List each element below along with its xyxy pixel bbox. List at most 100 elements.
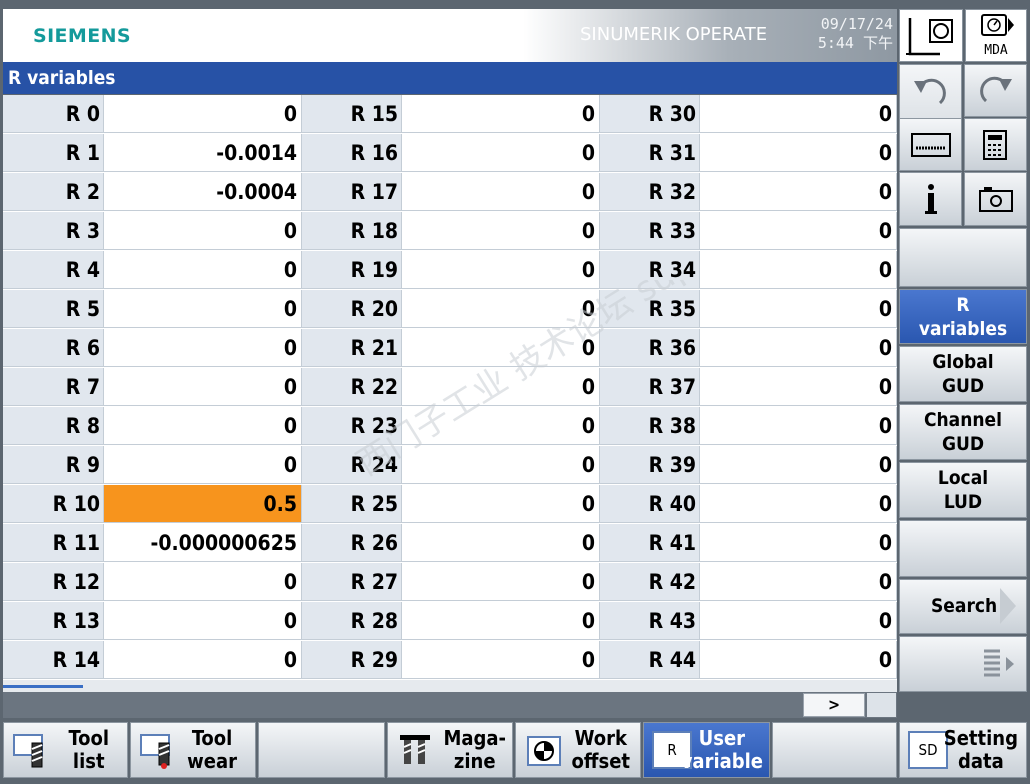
r-variable-value[interactable]: 0 — [402, 329, 600, 367]
table-row: R 60R 21 0 R 36 0 — [3, 329, 897, 368]
r-variable-value[interactable]: 0 — [402, 251, 600, 289]
r-variable-value[interactable]: 0 — [402, 368, 600, 406]
r-variable-value[interactable]: 0 — [700, 602, 897, 640]
r-variable-value[interactable]: 0 — [104, 602, 302, 640]
r-variable-value[interactable]: 0 — [402, 95, 600, 133]
info-button[interactable] — [899, 172, 962, 226]
r-variable-value[interactable]: 0 — [104, 212, 302, 250]
info-icon — [925, 184, 937, 214]
user-variable-softkey[interactable]: R User variable — [643, 722, 770, 778]
r-variable-name: R 4 — [3, 251, 104, 289]
more-softkey[interactable] — [899, 636, 1027, 692]
r-variable-value[interactable]: 0 — [402, 173, 600, 211]
r-variable-value[interactable]: 0 — [104, 641, 302, 679]
magazine-icon — [400, 735, 430, 764]
tool-list-softkey[interactable]: Tool list — [3, 722, 128, 778]
table-row: R 30R 18 0 R 33 0 — [3, 212, 897, 251]
r-variable-value[interactable]: 0 — [700, 134, 897, 172]
setting-data-label: Setting data — [943, 726, 1018, 773]
r-variables-softkey[interactable]: R variables — [899, 289, 1027, 344]
table-row: R 00R 15 0 R 30 0 — [3, 95, 897, 134]
r-variable-value[interactable]: 0 — [700, 368, 897, 406]
date-text: 09/17/24 — [820, 15, 893, 33]
r-variable-name: R 37 — [600, 368, 700, 406]
scroll-thumb[interactable] — [3, 685, 83, 688]
siemens-logo: SIEMENS — [33, 25, 132, 47]
r-variable-value[interactable]: 0 — [402, 134, 600, 172]
r-variable-name: R 2 — [3, 173, 104, 211]
keyboard-icon — [911, 133, 951, 157]
r-variable-value[interactable]: 0 — [700, 95, 897, 133]
r-variable-value[interactable]: 0 — [104, 95, 302, 133]
r-variable-value[interactable]: 0 — [104, 563, 302, 601]
r-variable-value[interactable]: 0 — [104, 368, 302, 406]
r-variable-value[interactable]: 0 — [402, 446, 600, 484]
r-variable-value[interactable]: 0 — [402, 407, 600, 445]
r-variable-value[interactable]: 0 — [104, 329, 302, 367]
r-variable-value[interactable]: 0 — [700, 524, 897, 562]
camera-icon — [979, 187, 1013, 212]
setting-data-softkey[interactable]: SD Setting data — [899, 722, 1027, 778]
r-variable-value[interactable]: 0.5 — [104, 485, 302, 523]
r-variable-value[interactable]: 0 — [402, 524, 600, 562]
mda-label: MDA — [984, 43, 1008, 58]
r-variable-value[interactable]: 0 — [402, 212, 600, 250]
r-variable-value[interactable]: 0 — [402, 602, 600, 640]
r-variable-name: R 40 — [600, 485, 700, 523]
r-variable-value[interactable]: 0 — [700, 212, 897, 250]
r-variable-name: R 1 — [3, 134, 104, 172]
r-variable-value[interactable]: 0 — [104, 446, 302, 484]
r-variable-value[interactable]: 0 — [104, 290, 302, 328]
table-row: R 1 -0.0014 R 16 0 R 31 0 — [3, 134, 897, 173]
redo-button[interactable] — [964, 64, 1027, 117]
r-variable-value[interactable]: 0 — [700, 446, 897, 484]
r-variable-name: R 31 — [600, 134, 700, 172]
global-gud-softkey[interactable]: Global GUD — [899, 346, 1027, 402]
screenshot-button[interactable] — [964, 172, 1027, 226]
local-lud-label: Local LUD — [937, 467, 989, 513]
user-variable-icon-letter: R — [667, 741, 677, 759]
r-variable-name: R 3 — [3, 212, 104, 250]
r-variable-value[interactable]: 0 — [402, 485, 600, 523]
r-variable-name: R 43 — [600, 602, 700, 640]
r-variable-value[interactable]: 0 — [402, 563, 600, 601]
tool-wear-icon — [140, 734, 170, 769]
local-lud-softkey[interactable]: Local LUD — [899, 462, 1027, 518]
r-variable-value[interactable]: 0 — [700, 485, 897, 523]
r-variable-name: R 41 — [600, 524, 700, 562]
search-label: Search — [931, 595, 998, 617]
r-variable-value[interactable]: -0.0004 — [104, 173, 302, 211]
r-variable-name: R 16 — [302, 134, 402, 172]
r-variable-name: R 32 — [600, 173, 700, 211]
mda-icon — [981, 14, 1014, 36]
mda-mode-button[interactable]: MDA — [965, 9, 1027, 62]
r-variable-value[interactable]: 0 — [700, 251, 897, 289]
r-variable-value[interactable]: 0 — [104, 407, 302, 445]
r-variable-value[interactable]: 0 — [700, 290, 897, 328]
tool-wear-softkey[interactable]: Tool wear — [130, 722, 256, 778]
r-variable-value[interactable]: 0 — [700, 407, 897, 445]
r-variable-value[interactable]: 0 — [700, 173, 897, 211]
r-variable-value[interactable]: 0 — [402, 290, 600, 328]
r-variable-name: R 33 — [600, 212, 700, 250]
horizontal-scrollbar[interactable] — [3, 680, 897, 692]
r-variable-value[interactable]: 0 — [700, 563, 897, 601]
work-offset-label: Work offset — [571, 726, 630, 773]
r-variable-value[interactable]: -0.000000625 — [104, 524, 302, 562]
scroll-next-button[interactable]: > — [803, 693, 865, 717]
r-variable-name: R 9 — [3, 446, 104, 484]
machine-area-button[interactable] — [899, 9, 963, 62]
r-variable-value[interactable]: 0 — [402, 641, 600, 679]
r-variable-name: R 44 — [600, 641, 700, 679]
channel-gud-softkey[interactable]: Channel GUD — [899, 404, 1027, 460]
keyboard-button[interactable] — [899, 118, 962, 171]
work-offset-softkey[interactable]: Work offset — [515, 722, 641, 778]
r-variable-value[interactable]: 0 — [700, 329, 897, 367]
search-softkey[interactable]: Search — [899, 579, 1027, 634]
r-variable-value[interactable]: 0 — [700, 641, 897, 679]
r-variable-value[interactable]: 0 — [104, 251, 302, 289]
magazine-softkey[interactable]: Maga- zine — [387, 722, 513, 778]
calculator-button[interactable] — [964, 118, 1027, 171]
r-variable-value[interactable]: -0.0014 — [104, 134, 302, 172]
r-variable-name: R 7 — [3, 368, 104, 406]
